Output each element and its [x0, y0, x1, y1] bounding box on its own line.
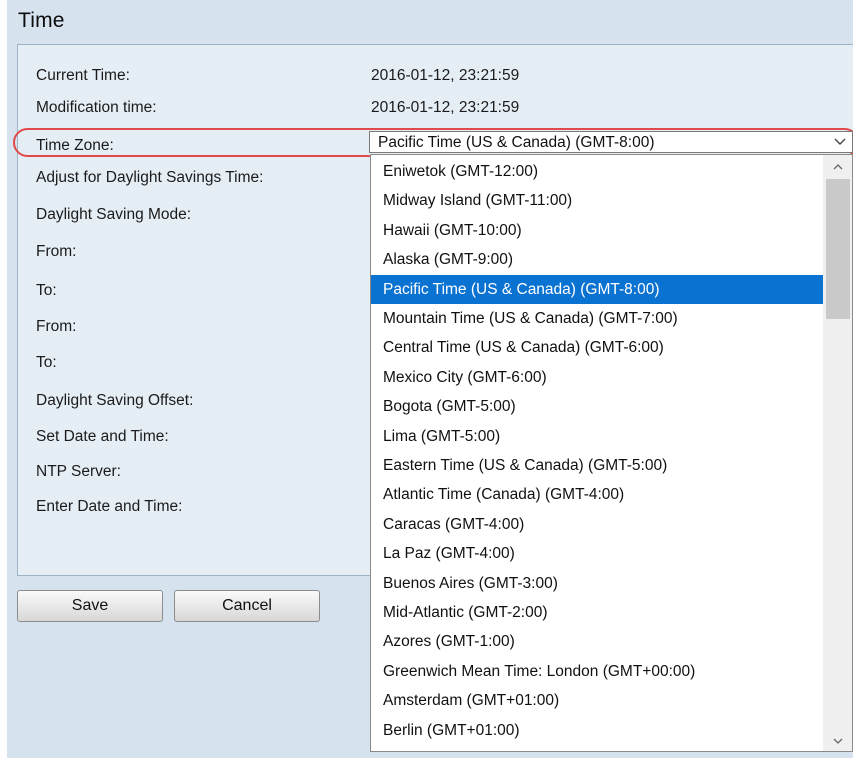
time-zone-option[interactable]: Mexico City (GMT-6:00) — [371, 363, 823, 392]
chevron-down-icon[interactable] — [823, 730, 852, 751]
current-time-row: Current Time: 2016-01-12, 23:21:59 — [18, 62, 853, 90]
modification-time-row: Modification time: 2016-01-12, 23:21:59 — [18, 94, 853, 122]
dst-offset-label: Daylight Saving Offset: — [36, 392, 194, 409]
time-zone-dropdown-list[interactable]: Eniwetok (GMT-12:00) Midway Island (GMT-1… — [370, 154, 853, 752]
time-zone-option[interactable]: Azores (GMT-1:00) — [371, 627, 823, 656]
from-label: From: — [36, 243, 77, 260]
time-zone-option[interactable]: Mountain Time (US & Canada) (GMT-7:00) — [371, 304, 823, 333]
time-zone-option[interactable]: Central Time (US & Canada) (GMT-6:00) — [371, 333, 823, 362]
enter-date-time-label: Enter Date and Time: — [36, 498, 183, 515]
current-time-label: Current Time: — [36, 67, 130, 84]
time-zone-option[interactable]: Midway Island (GMT-11:00) — [371, 186, 823, 215]
time-zone-option[interactable]: Mid-Atlantic (GMT-2:00) — [371, 598, 823, 627]
dropdown-scrollbar[interactable] — [823, 155, 852, 751]
to-label: To: — [36, 282, 57, 299]
time-zone-option[interactable]: Lima (GMT-5:00) — [371, 422, 823, 451]
time-zone-option[interactable]: Berlin (GMT+01:00) — [371, 716, 823, 745]
time-zone-option[interactable]: Alaska (GMT-9:00) — [371, 245, 823, 274]
time-zone-option[interactable]: Amsterdam (GMT+01:00) — [371, 686, 823, 715]
set-date-time-label: Set Date and Time: — [36, 428, 169, 445]
time-zone-option[interactable]: Atlantic Time (Canada) (GMT-4:00) — [371, 480, 823, 509]
time-zone-option[interactable]: Buenos Aires (GMT-3:00) — [371, 569, 823, 598]
time-zone-option[interactable]: Eastern Time (US & Canada) (GMT-5:00) — [371, 451, 823, 480]
chevron-up-icon[interactable] — [823, 155, 852, 177]
to-label: To: — [36, 354, 57, 371]
page-title: Time — [18, 9, 65, 32]
chevron-down-icon[interactable] — [828, 132, 852, 152]
time-zone-select[interactable]: Pacific Time (US & Canada) (GMT-8:00) — [369, 131, 853, 153]
adjust-dst-label: Adjust for Daylight Savings Time: — [36, 169, 264, 186]
time-zone-option[interactable]: Caracas (GMT-4:00) — [371, 510, 823, 539]
current-time-value: 2016-01-12, 23:21:59 — [371, 67, 520, 84]
time-zone-label: Time Zone: — [36, 137, 114, 154]
from-label: From: — [36, 318, 77, 335]
time-zone-option[interactable]: Hawaii (GMT-10:00) — [371, 216, 823, 245]
time-zone-option[interactable]: Pacific Time (US & Canada) (GMT-8:00) — [371, 274, 823, 304]
dst-mode-label: Daylight Saving Mode: — [36, 206, 192, 223]
time-zone-option[interactable]: Eniwetok (GMT-12:00) — [371, 157, 823, 186]
time-zone-option[interactable]: La Paz (GMT-4:00) — [371, 539, 823, 568]
scrollbar-thumb[interactable] — [826, 179, 850, 319]
time-zone-option[interactable]: Bogota (GMT-5:00) — [371, 392, 823, 421]
cancel-button[interactable]: Cancel — [174, 590, 320, 622]
save-button[interactable]: Save — [17, 590, 163, 622]
time-zone-option[interactable]: Greenwich Mean Time: London (GMT+00:00) — [371, 657, 823, 686]
ntp-server-label: NTP Server: — [36, 463, 121, 480]
modification-time-label: Modification time: — [36, 99, 157, 116]
modification-time-value: 2016-01-12, 23:21:59 — [371, 99, 520, 116]
time-zone-selected-value: Pacific Time (US & Canada) (GMT-8:00) — [378, 134, 655, 151]
